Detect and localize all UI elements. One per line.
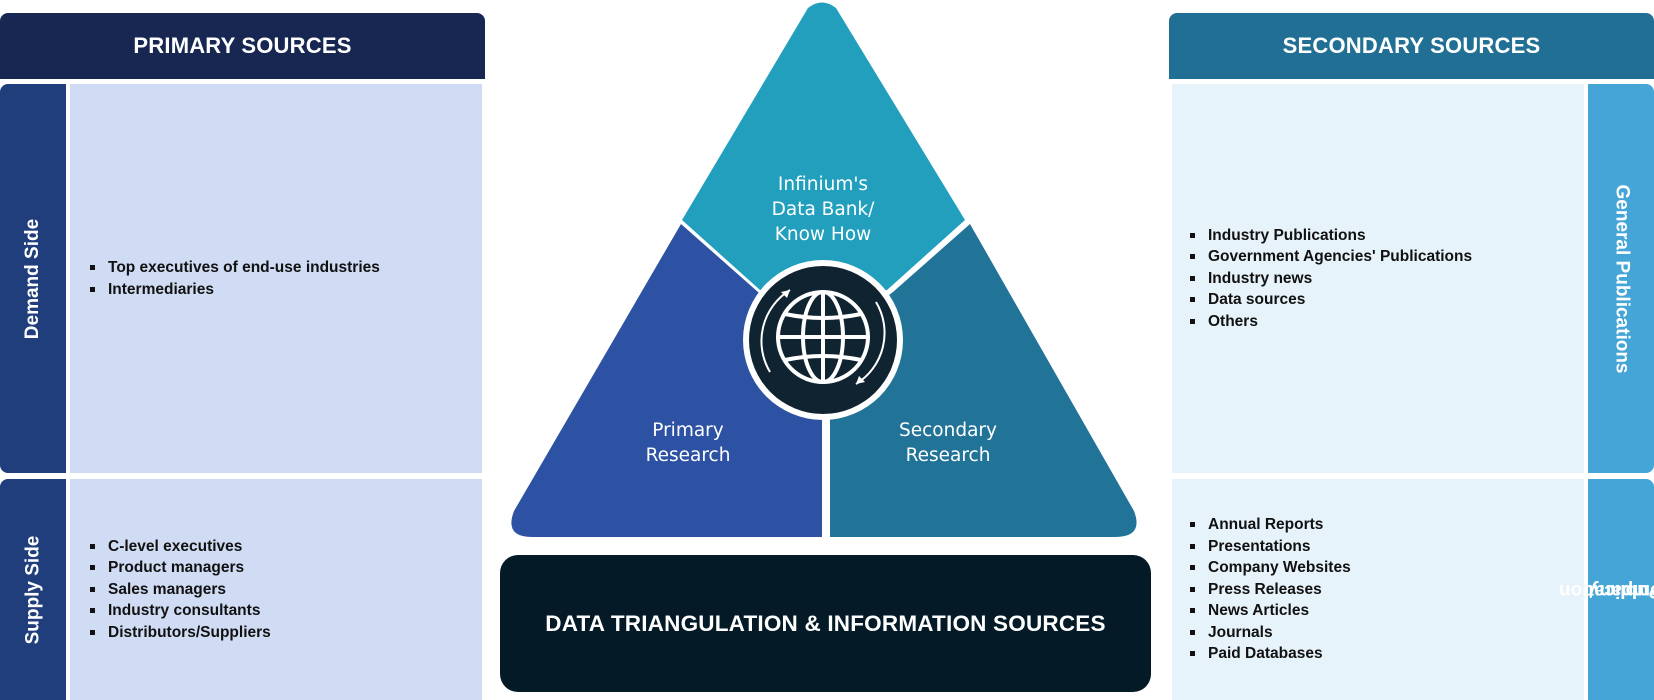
top-segment-label-box: Infinium's Data Bank/ Know How bbox=[723, 172, 923, 247]
top-label-line-3: Know How bbox=[774, 224, 872, 245]
top-label-line-2: Data Bank/ bbox=[771, 199, 875, 220]
right-label-line-1: Secondary bbox=[899, 420, 997, 441]
left-label-line-2: Research bbox=[645, 445, 731, 466]
globe-icon bbox=[776, 290, 870, 384]
left-segment-label-box: Primary Research bbox=[588, 418, 788, 468]
top-segment-label: Infinium's Data Bank/ Know How bbox=[723, 172, 923, 247]
left-label-line-1: Primary bbox=[652, 420, 724, 441]
right-segment-label: Secondary Research bbox=[848, 418, 1048, 468]
right-segment-label-box: Secondary Research bbox=[848, 418, 1048, 468]
triangulation-footer-box: DATA TRIANGULATION & INFORMATION SOURCES bbox=[500, 555, 1151, 692]
right-label-line-2: Research bbox=[905, 445, 991, 466]
left-segment-label: Primary Research bbox=[588, 418, 788, 468]
triangulation-footer-title: DATA TRIANGULATION & INFORMATION SOURCES bbox=[545, 610, 1106, 636]
top-label-line-1: Infinium's bbox=[777, 174, 869, 195]
